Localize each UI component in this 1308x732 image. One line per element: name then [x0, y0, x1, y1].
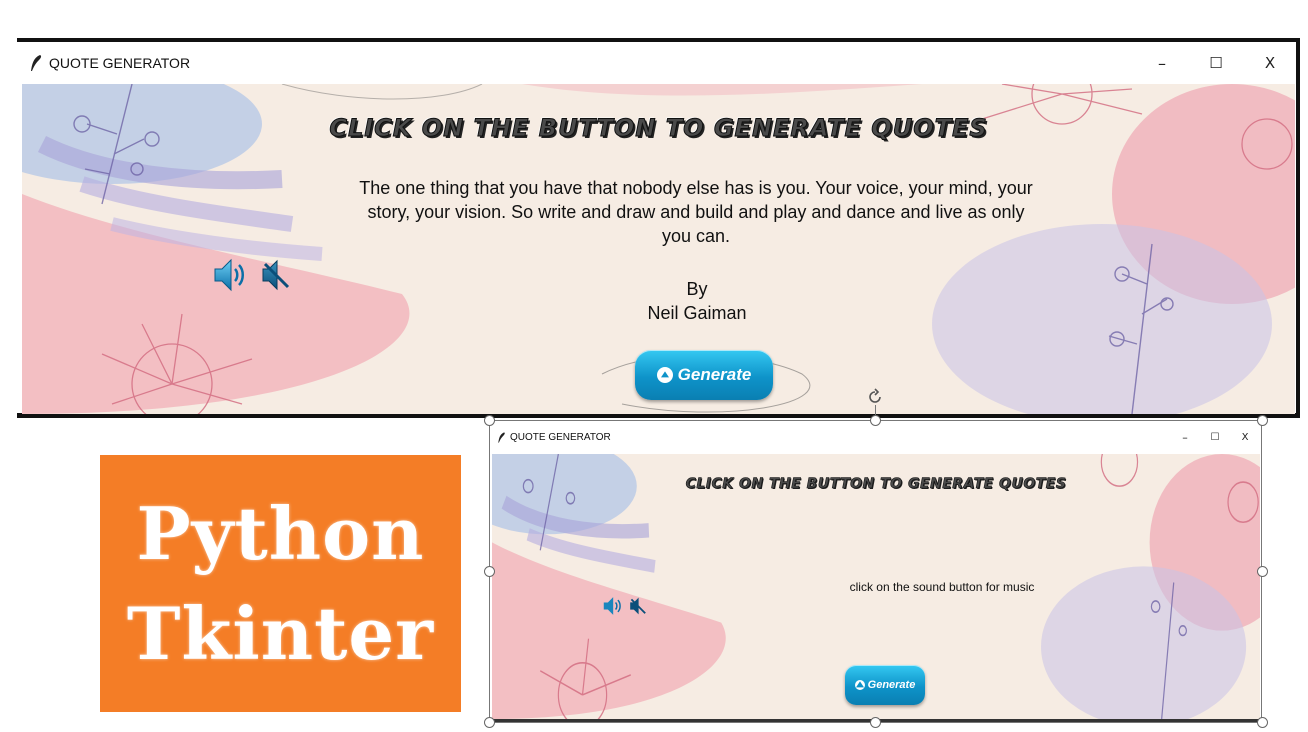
author-block: By Neil Gaiman: [597, 277, 797, 325]
resize-handle-top-left[interactable]: [484, 415, 495, 426]
preview-close-button: X: [1241, 432, 1249, 443]
preview-sound-off-icon: [629, 595, 647, 617]
python-tkinter-logo: Python Tkinter: [100, 455, 461, 712]
resize-handle-left[interactable]: [484, 566, 495, 577]
feather-icon: [29, 54, 43, 72]
resize-handle-bottom[interactable]: [870, 717, 881, 728]
main-canvas: CLICK ON THE BUTTON TO GENERATE QUOTES T…: [22, 84, 1295, 414]
preview-up-arrow-icon: [854, 680, 865, 690]
resize-handle-bottom-right[interactable]: [1257, 717, 1268, 728]
resize-handle-top-right[interactable]: [1257, 415, 1268, 426]
rotate-handle-icon[interactable]: [866, 388, 884, 406]
banner-heading: CLICK ON THE BUTTON TO GENERATE QUOTES: [329, 114, 988, 143]
resize-handle-right[interactable]: [1257, 566, 1268, 577]
preview-minimize-button: –: [1182, 431, 1188, 444]
main-titlebar[interactable]: QUOTE GENERATOR – ☐ X: [17, 42, 1296, 84]
logo-line-python: Python: [136, 490, 425, 576]
sound-on-icon[interactable]: [212, 256, 246, 294]
resize-handle-bottom-left[interactable]: [484, 717, 495, 728]
preview-window-title: QUOTE GENERATOR: [510, 432, 611, 443]
author-name: Neil Gaiman: [647, 303, 747, 323]
rotate-handle-stem: [875, 405, 876, 415]
generate-button[interactable]: Generate: [635, 350, 773, 400]
preview-generate-label: Generate: [867, 679, 916, 691]
logo-line-tkinter: Tkinter: [126, 590, 435, 676]
close-button[interactable]: X: [1243, 42, 1297, 84]
quote-text: The one thing that you have that nobody …: [359, 178, 1033, 246]
by-label: By: [686, 279, 708, 299]
minimize-button[interactable]: –: [1135, 42, 1189, 84]
preview-window[interactable]: QUOTE GENERATOR – ☐ X CLICK ON THE BUTTO…: [490, 421, 1262, 722]
maximize-button[interactable]: ☐: [1189, 42, 1243, 84]
preview-banner-heading: CLICK ON THE BUTTON TO GENERATE QUOTES: [685, 476, 1067, 493]
window-title: QUOTE GENERATOR: [49, 55, 191, 71]
preview-generate-button: Generate: [845, 665, 925, 705]
generate-label: Generate: [677, 365, 752, 384]
sound-off-icon[interactable]: [261, 258, 291, 292]
preview-canvas: CLICK ON THE BUTTON TO GENERATE QUOTES c…: [492, 454, 1260, 719]
main-window: QUOTE GENERATOR – ☐ X CLICK ON THE BUTTO…: [17, 38, 1300, 418]
up-arrow-icon: [656, 367, 673, 383]
preview-maximize-button: ☐: [1210, 432, 1220, 443]
preview-feather-icon: [497, 431, 506, 444]
preview-message: click on the sound button for music: [849, 580, 1035, 594]
resize-handle-top[interactable]: [870, 415, 881, 426]
preview-sound-on-icon: [602, 594, 622, 618]
